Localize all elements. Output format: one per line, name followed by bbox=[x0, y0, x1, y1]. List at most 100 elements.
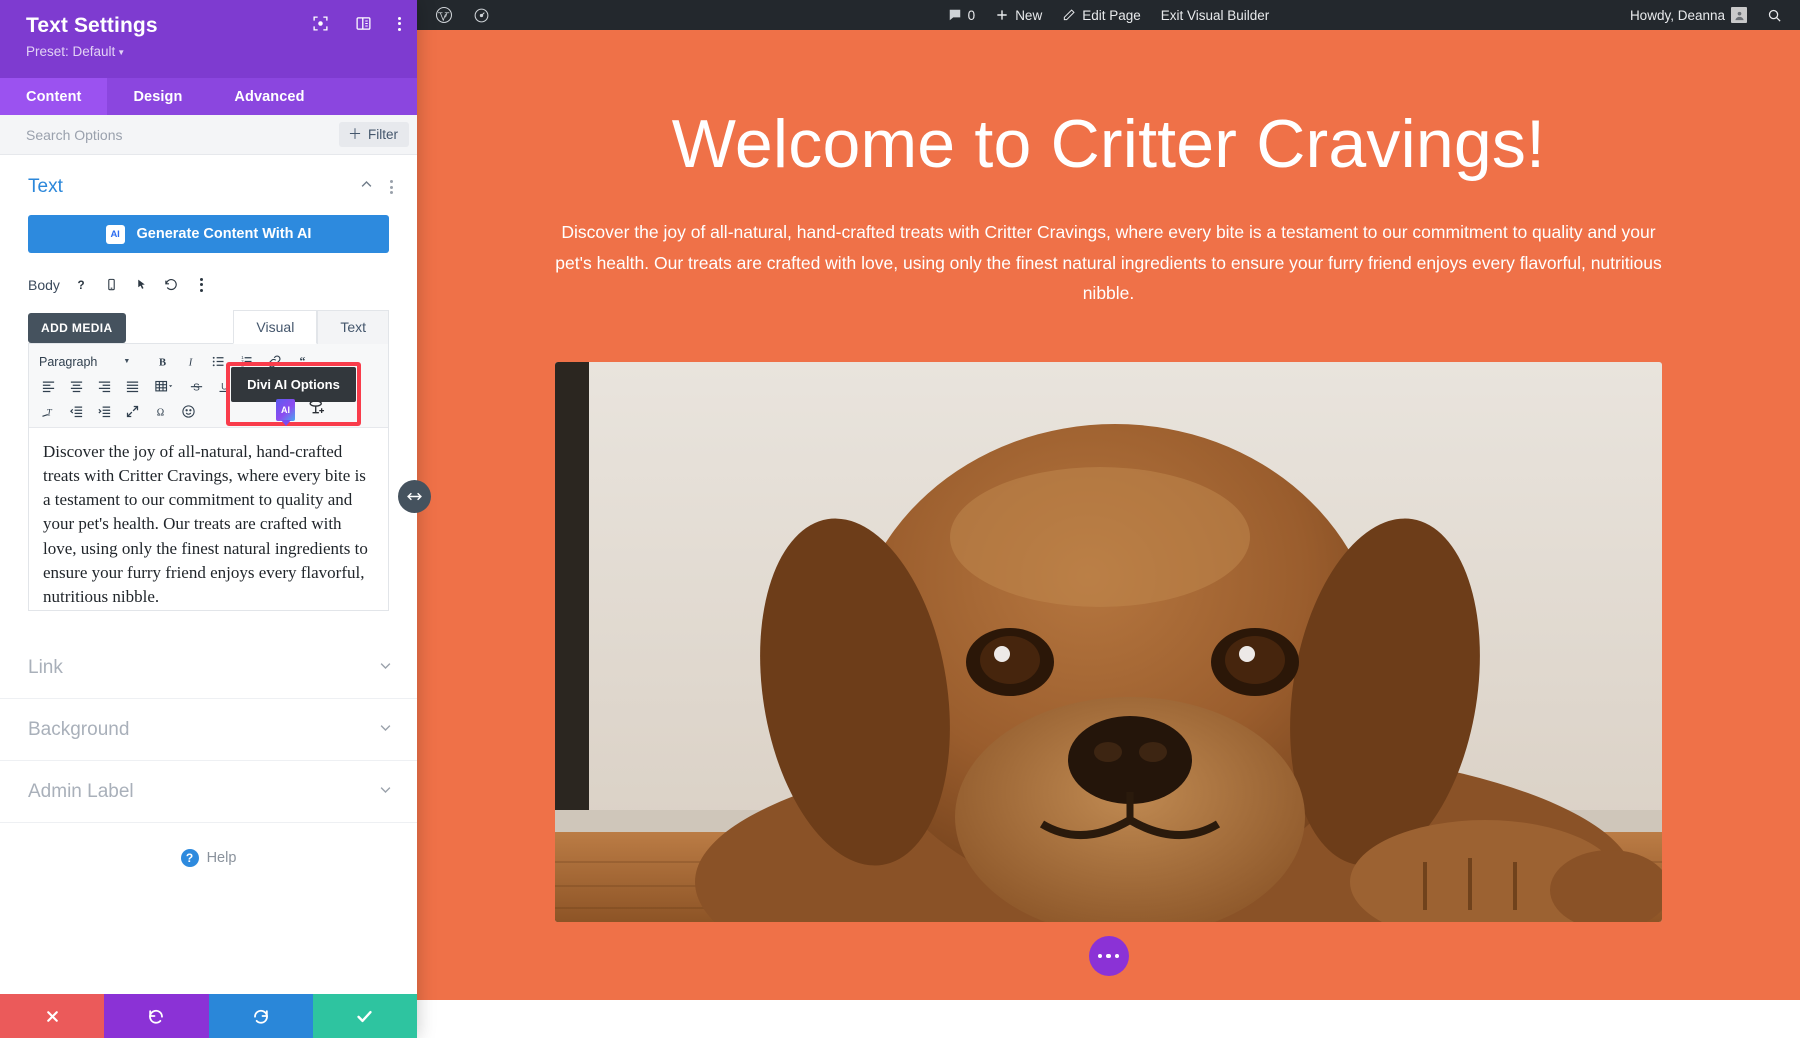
search-options-bar: ＋ Filter bbox=[0, 115, 417, 155]
format-value: Paragraph bbox=[39, 354, 98, 369]
page-heading: Welcome to Critter Cravings! bbox=[671, 106, 1546, 182]
page-preview: Welcome to Critter Cravings! Discover th… bbox=[417, 30, 1800, 1038]
exit-builder-label: Exit Visual Builder bbox=[1160, 7, 1270, 23]
avatar bbox=[1731, 7, 1747, 23]
module-settings-panel: Text Settings Preset: Default ▼ Content … bbox=[0, 0, 417, 1038]
strikethrough-button[interactable]: S bbox=[183, 375, 209, 398]
editor-content-text[interactable]: Discover the joy of all-natural, hand-cr… bbox=[29, 428, 388, 610]
text-resize-icon[interactable] bbox=[307, 398, 326, 422]
help-icon: ? bbox=[180, 849, 199, 867]
section-text-title: Text bbox=[28, 176, 63, 197]
generate-ai-label: Generate Content With AI bbox=[136, 226, 312, 242]
italic-button[interactable]: I bbox=[177, 350, 203, 373]
emoji-icon[interactable] bbox=[175, 400, 201, 423]
fullscreen-button[interactable] bbox=[119, 400, 145, 423]
table-button[interactable] bbox=[147, 375, 181, 398]
generate-content-with-ai-button[interactable]: AI Generate Content With AI bbox=[28, 215, 389, 253]
svg-text:“: “ bbox=[299, 354, 305, 368]
wp-admin-bar: 0 New Edit Page Exit Visual Builder Howd… bbox=[417, 0, 1800, 30]
new-content-button[interactable]: New bbox=[985, 0, 1052, 30]
section-kebab-menu-icon[interactable] bbox=[390, 180, 393, 194]
align-left-button[interactable] bbox=[35, 375, 61, 398]
wordpress-logo-icon[interactable] bbox=[425, 0, 463, 30]
divi-ai-inline-icons: AI bbox=[276, 398, 326, 422]
section-link-title: Link bbox=[28, 656, 63, 678]
panel-tabs: Content Design Advanced bbox=[0, 78, 417, 115]
help-button[interactable]: ? Help bbox=[0, 823, 417, 867]
chevron-down-icon[interactable] bbox=[378, 782, 393, 802]
chevron-up-icon[interactable] bbox=[359, 177, 374, 197]
outdent-button[interactable] bbox=[63, 400, 89, 423]
toolbar-row-3: T Ω bbox=[35, 399, 382, 424]
section-admin-label-title: Admin Label bbox=[28, 780, 134, 802]
reset-icon[interactable] bbox=[161, 274, 182, 295]
filter-label: Filter bbox=[368, 127, 398, 142]
preview-bottom-strip bbox=[417, 1000, 1800, 1038]
align-right-button[interactable] bbox=[91, 375, 117, 398]
tab-advanced[interactable]: Advanced bbox=[208, 78, 330, 115]
chevron-down-icon: ▼ bbox=[123, 358, 131, 365]
layout-columns-icon[interactable] bbox=[355, 15, 372, 32]
section-link[interactable]: Link bbox=[0, 637, 417, 699]
special-character-button[interactable]: Ω bbox=[147, 400, 173, 423]
svg-text:I: I bbox=[187, 358, 192, 369]
search-icon[interactable] bbox=[1757, 0, 1792, 30]
comments-bubble[interactable]: 0 bbox=[938, 0, 986, 30]
focus-target-icon[interactable] bbox=[312, 15, 329, 32]
page-settings-fab[interactable] bbox=[1088, 936, 1129, 976]
body-kebab-menu-icon[interactable] bbox=[191, 274, 212, 295]
divi-ai-icon[interactable]: AI bbox=[276, 399, 295, 421]
paragraph-format-select[interactable]: Paragraph ▼ bbox=[35, 355, 147, 369]
edit-page-button[interactable]: Edit Page bbox=[1052, 0, 1151, 30]
tab-design[interactable]: Design bbox=[107, 78, 208, 115]
tab-content[interactable]: Content bbox=[0, 78, 108, 115]
section-admin-label[interactable]: Admin Label bbox=[0, 761, 417, 823]
page-paragraph: Discover the joy of all-natural, hand-cr… bbox=[555, 222, 1662, 303]
panel-body: Text AI Generate Content With AI Body ? … bbox=[0, 155, 417, 994]
howdy-label: Howdy, Deanna bbox=[1629, 7, 1725, 23]
svg-text:U: U bbox=[221, 382, 228, 392]
undo-button[interactable] bbox=[104, 994, 209, 1038]
svg-text:B: B bbox=[158, 358, 165, 369]
body-label: Body bbox=[28, 276, 60, 293]
comments-count: 0 bbox=[967, 7, 976, 23]
divi-ai-options-tooltip: Divi AI Options bbox=[231, 367, 356, 402]
panel-footer-actions bbox=[0, 994, 417, 1038]
filter-button[interactable]: ＋ Filter bbox=[339, 122, 409, 147]
panel-kebab-menu-icon[interactable] bbox=[398, 16, 401, 31]
editor-top-row: ADD MEDIA Visual Text bbox=[28, 309, 389, 344]
search-input[interactable] bbox=[26, 126, 339, 143]
clear-formatting-button[interactable]: T bbox=[35, 400, 61, 423]
add-media-button[interactable]: ADD MEDIA bbox=[28, 313, 126, 343]
align-center-button[interactable] bbox=[63, 375, 89, 398]
dashboard-icon[interactable] bbox=[463, 0, 500, 30]
svg-text:?: ? bbox=[78, 279, 85, 292]
editor-tab-text[interactable]: Text bbox=[317, 310, 389, 344]
section-background[interactable]: Background bbox=[0, 699, 417, 761]
svg-text:Ω: Ω bbox=[156, 407, 163, 418]
hover-icon[interactable] bbox=[131, 274, 152, 295]
bold-button[interactable]: B bbox=[149, 350, 175, 373]
editor-tab-visual[interactable]: Visual bbox=[233, 310, 318, 344]
discard-changes-button[interactable] bbox=[0, 994, 105, 1038]
help-icon[interactable]: ? bbox=[71, 274, 92, 295]
panel-header: Text Settings Preset: Default ▼ bbox=[0, 0, 417, 78]
justify-button[interactable] bbox=[119, 375, 145, 398]
redo-button[interactable] bbox=[208, 994, 313, 1038]
hero-image bbox=[555, 361, 1662, 922]
chevron-down-icon[interactable] bbox=[378, 658, 393, 678]
responsive-icon[interactable] bbox=[101, 274, 122, 295]
indent-button[interactable] bbox=[91, 400, 117, 423]
exit-visual-builder-button[interactable]: Exit Visual Builder bbox=[1151, 0, 1280, 30]
section-background-title: Background bbox=[28, 718, 130, 740]
account-menu[interactable]: Howdy, Deanna bbox=[1620, 0, 1757, 30]
bullet-list-button[interactable] bbox=[205, 350, 231, 373]
panel-resize-handle[interactable] bbox=[398, 480, 431, 513]
help-label: Help bbox=[206, 850, 237, 866]
section-text-header[interactable]: Text bbox=[0, 155, 417, 211]
svg-text:S: S bbox=[193, 382, 200, 393]
svg-text:T: T bbox=[46, 408, 52, 418]
save-button[interactable] bbox=[312, 994, 417, 1038]
preset-selector[interactable]: Preset: Default ▼ bbox=[26, 44, 399, 59]
chevron-down-icon[interactable] bbox=[378, 720, 393, 740]
